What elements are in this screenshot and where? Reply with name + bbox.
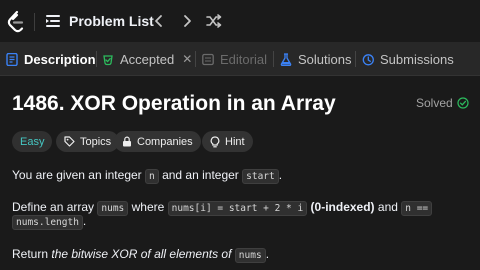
topbar-divider xyxy=(34,13,35,31)
topics-label: Topics xyxy=(80,135,112,148)
solved-status: Solved xyxy=(416,96,469,110)
description-paragraph: You are given an integer n and an intege… xyxy=(12,167,282,184)
shuffle-icon[interactable] xyxy=(205,13,223,29)
difficulty-badge: Easy xyxy=(12,131,53,152)
leetcode-logo-icon[interactable] xyxy=(6,10,26,34)
list-icon[interactable] xyxy=(46,15,60,27)
problem-list-button[interactable]: Problem List xyxy=(69,13,154,29)
bold-text: (0-indexed) xyxy=(310,200,375,214)
italic-text: the bitwise XOR of all elements of xyxy=(51,247,232,261)
accepted-icon xyxy=(103,54,113,65)
inline-code: n == xyxy=(401,201,433,216)
tab-editorial[interactable]: Editorial xyxy=(202,42,267,76)
tab-submissions-label: Submissions xyxy=(380,51,454,67)
description-text: Define an array xyxy=(12,200,98,214)
tag-icon xyxy=(64,136,75,147)
description-icon xyxy=(6,52,18,66)
companies-button[interactable]: Companies xyxy=(114,131,201,152)
top-navbar: Problem List xyxy=(0,0,480,42)
hint-label: Hint xyxy=(225,135,245,148)
description-text: Return xyxy=(12,247,52,261)
close-icon[interactable]: ✕ xyxy=(182,52,192,66)
tab-description[interactable]: Description xyxy=(6,42,96,76)
tab-accepted-label: Accepted xyxy=(120,51,175,67)
inline-code: nums.length xyxy=(12,215,83,230)
description-text: and an integer xyxy=(158,168,243,182)
description-paragraph-continued: nums.length. xyxy=(12,213,86,230)
editorial-icon xyxy=(202,53,214,65)
tab-divider xyxy=(96,51,97,67)
description-text: You are given an integer xyxy=(12,168,145,182)
history-icon xyxy=(362,53,374,65)
lock-icon xyxy=(123,136,131,147)
description-text: . xyxy=(82,214,87,228)
tab-bar: Description Accepted ✕ Editorial Solutio… xyxy=(0,42,480,76)
description-text: . xyxy=(278,168,283,182)
tab-submissions[interactable]: Submissions xyxy=(362,42,454,76)
description-text: where xyxy=(128,200,168,214)
description-text: . xyxy=(265,247,270,261)
inline-code: nums xyxy=(97,201,129,216)
tab-solutions-label: Solutions xyxy=(298,51,352,67)
companies-label: Companies xyxy=(137,135,193,148)
tab-divider xyxy=(195,51,196,67)
inline-code: nums xyxy=(234,248,266,263)
lightbulb-icon xyxy=(210,135,220,147)
inline-code: n xyxy=(145,169,159,184)
topics-button[interactable]: Topics xyxy=(56,131,120,152)
tab-accepted[interactable]: Accepted ✕ xyxy=(102,42,192,76)
tab-divider xyxy=(273,51,274,67)
solved-label: Solved xyxy=(416,96,453,110)
tab-description-label: Description xyxy=(24,51,96,67)
inline-code: nums[i] = start + 2 * i xyxy=(167,201,308,216)
hint-button[interactable]: Hint xyxy=(202,131,253,152)
problem-title[interactable]: 1486. XOR Operation in an Array xyxy=(12,92,336,116)
difficulty-label: Easy xyxy=(20,135,45,148)
check-circle-icon xyxy=(457,97,469,109)
chevron-left-icon[interactable] xyxy=(152,13,166,29)
tab-divider xyxy=(355,51,356,67)
flask-icon xyxy=(280,52,292,66)
tab-editorial-label: Editorial xyxy=(220,51,267,67)
tab-solutions[interactable]: Solutions xyxy=(280,42,351,76)
chevron-right-icon[interactable] xyxy=(180,13,194,29)
inline-code: start xyxy=(242,169,279,184)
description-paragraph: Return the bitwise XOR of all elements o… xyxy=(12,246,269,263)
description-text: and xyxy=(374,200,402,214)
